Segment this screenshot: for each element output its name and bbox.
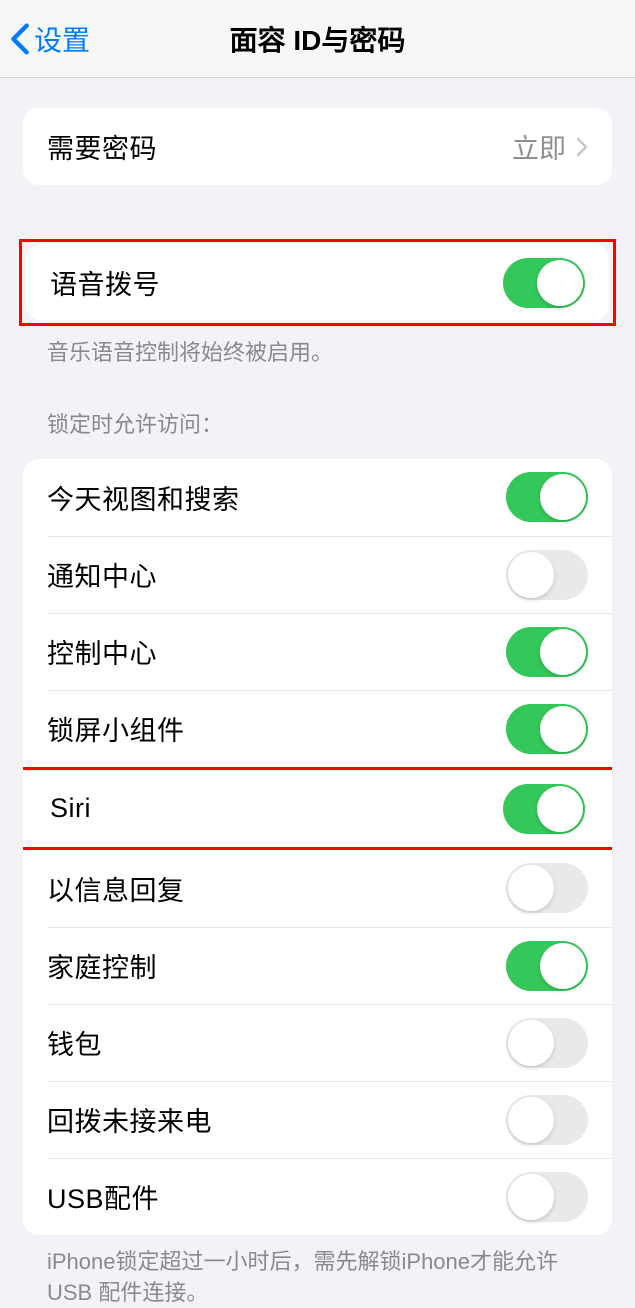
lock-access-toggle[interactable]	[506, 627, 588, 677]
lock-access-label: USB配件	[47, 1177, 159, 1216]
lock-access-toggle[interactable]	[506, 1172, 588, 1222]
lock-access-row: USB配件	[47, 1158, 612, 1235]
lock-access-header: 锁定时允许访问：	[23, 407, 612, 449]
voice-dial-toggle[interactable]	[503, 258, 585, 308]
lock-access-label: 通知中心	[47, 555, 157, 594]
back-label: 设置	[34, 19, 90, 59]
lock-access-label: 回拨未接来电	[47, 1100, 212, 1139]
highlight-siri: Siri	[23, 767, 612, 850]
chevron-right-icon	[576, 137, 588, 157]
require-passcode-label: 需要密码	[47, 127, 157, 166]
lock-access-footer: iPhone锁定超过一小时后，需先解锁iPhone才能允许 USB 配件连接。	[23, 1235, 612, 1308]
lock-access-toggle[interactable]	[503, 784, 585, 834]
lock-access-toggle[interactable]	[506, 941, 588, 991]
lock-access-toggle[interactable]	[506, 550, 588, 600]
voice-dial-section: 语音拨号	[26, 244, 609, 321]
voice-dial-label: 语音拨号	[50, 263, 160, 302]
lock-access-row: 控制中心	[47, 613, 612, 690]
lock-access-toggle[interactable]	[506, 1018, 588, 1068]
lock-access-label: 家庭控制	[47, 946, 157, 985]
navigation-header: 设置 面容 ID与密码	[0, 0, 635, 78]
lock-access-toggle[interactable]	[506, 1095, 588, 1145]
lock-access-row: 以信息回复	[23, 850, 612, 927]
lock-access-row: 通知中心	[47, 536, 612, 613]
lock-access-toggle[interactable]	[506, 472, 588, 522]
require-passcode-value: 立即	[512, 127, 588, 166]
lock-access-row: 锁屏小组件	[47, 690, 612, 767]
lock-access-toggle[interactable]	[506, 704, 588, 754]
lock-access-label: 以信息回复	[47, 869, 185, 908]
require-passcode-row[interactable]: 需要密码 立即	[23, 108, 612, 185]
lock-access-section: 今天视图和搜索通知中心控制中心锁屏小组件 Siri 以信息回复家庭控制钱包回拨未接来…	[23, 459, 612, 1235]
back-button[interactable]: 设置	[10, 19, 90, 59]
require-passcode-section: 需要密码 立即	[23, 108, 612, 185]
lock-access-row: 家庭控制	[47, 927, 612, 1004]
lock-access-row: 钱包	[47, 1004, 612, 1081]
lock-access-row: 回拨未接来电	[47, 1081, 612, 1158]
lock-access-label: Siri	[50, 793, 91, 824]
lock-access-label: 钱包	[47, 1023, 102, 1062]
lock-access-label: 今天视图和搜索	[47, 478, 240, 517]
voice-dial-row: 语音拨号	[26, 244, 609, 321]
lock-access-label: 锁屏小组件	[47, 709, 185, 748]
page-title: 面容 ID与密码	[230, 19, 406, 59]
lock-access-row: 今天视图和搜索	[23, 459, 612, 536]
chevron-left-icon	[10, 22, 30, 56]
lock-access-row: Siri	[26, 770, 609, 847]
voice-dial-footer: 音乐语音控制将始终被启用。	[23, 326, 612, 369]
highlight-voice-dial: 语音拨号	[19, 239, 616, 326]
lock-access-label: 控制中心	[47, 632, 157, 671]
lock-access-toggle[interactable]	[506, 863, 588, 913]
